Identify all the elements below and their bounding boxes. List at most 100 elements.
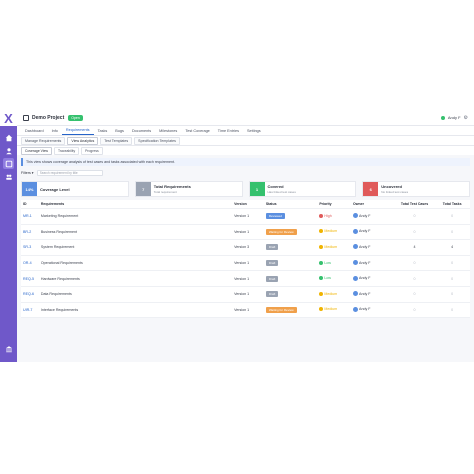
tab-documents[interactable]: Documents: [128, 129, 155, 135]
subtab-manage-requirements[interactable]: Manage Requirements: [21, 136, 66, 145]
requirement-id-link[interactable]: UIR-7: [21, 308, 41, 312]
user-menu[interactable]: Andy F ⚙: [440, 115, 468, 121]
column-header-requirement[interactable]: Requirements: [41, 202, 234, 206]
priority-cell: Medium: [319, 229, 353, 234]
project-tabs: Dashboard Info Requirements Tasks Bugs D…: [17, 126, 474, 136]
requirement-id-link[interactable]: OR-4: [21, 261, 41, 265]
column-header-owner[interactable]: Owner: [353, 202, 395, 206]
priority-badge: Low: [319, 276, 331, 281]
table-row[interactable]: SR-3 System Requirement Version 3 Draft Medi…: [21, 240, 470, 256]
card-subtitle: Has linked test cases: [267, 190, 296, 194]
subtab-test-templates[interactable]: Test Templates: [100, 136, 133, 145]
priority-label: Low: [324, 276, 331, 281]
priority-badge: Medium: [319, 291, 338, 296]
table-row[interactable]: MR-1 Marketing Requirement Version 1 Review…: [21, 209, 470, 225]
project-icon: [23, 114, 29, 121]
filters-button[interactable]: Filters ▾: [21, 171, 34, 175]
priority-dot-icon: [319, 276, 324, 281]
tab-settings[interactable]: Settings: [243, 129, 265, 135]
subtab-view-analytics[interactable]: View Analytics: [67, 136, 99, 145]
test-case-count: 0: [413, 229, 416, 234]
project-name: Demo Project: [32, 114, 65, 121]
logo[interactable]: X: [0, 110, 17, 126]
user-icon[interactable]: [3, 145, 14, 156]
card-subtitle: Total requirement: [153, 190, 177, 194]
owner-cell: Andy F: [353, 291, 395, 297]
subtab-specification-templates[interactable]: Specification Templates: [134, 136, 180, 145]
status-cell: Waiting for Review: [265, 306, 320, 313]
priority-label: Medium: [324, 244, 338, 249]
priority-dot-icon: [319, 213, 324, 218]
table-row[interactable]: REQ-6 Data Requirements Version 1 Draft Medi…: [21, 287, 470, 303]
tab-milestones[interactable]: Milestones: [155, 129, 181, 135]
owner: Andy F: [353, 275, 371, 281]
test-case-count: 0: [413, 307, 416, 312]
tab-test-coverage[interactable]: Test Coverage: [181, 129, 213, 135]
column-header-version[interactable]: Version: [234, 202, 266, 206]
priority-cell: High: [319, 213, 353, 219]
column-header-priority[interactable]: Priority: [319, 202, 353, 206]
project-icon[interactable]: [3, 158, 14, 169]
status-badge: Draft: [265, 244, 279, 251]
filters-label: Filters: [21, 171, 31, 175]
task-count: 0: [451, 276, 454, 281]
subtab-traceability[interactable]: Traceability: [53, 146, 80, 155]
requirement-id-link[interactable]: BR-2: [21, 230, 41, 234]
card-subtitle: No linked test cases: [381, 190, 409, 194]
test-case-count: 0: [413, 214, 416, 219]
avatar: [353, 260, 359, 266]
search-input[interactable]: [36, 170, 103, 176]
chevron-down-icon: ▾: [31, 171, 34, 175]
card-uncovered: 6 Uncovered No linked test cases: [362, 181, 470, 197]
column-header-tasks[interactable]: Total Tasks: [434, 202, 470, 206]
owner-name: Andy F: [359, 229, 371, 234]
table-row[interactable]: BR-2 Business Requirement Version 1 Waiting…: [21, 225, 470, 241]
priority-label: Medium: [324, 229, 338, 234]
priority-cell: Medium: [319, 307, 353, 312]
column-header-status[interactable]: Status: [266, 202, 320, 206]
gear-icon[interactable]: ⚙: [464, 115, 468, 121]
table-row[interactable]: REQ-5 Hardware Requirements Version 1 Draft…: [21, 271, 470, 287]
home-icon[interactable]: [3, 132, 14, 143]
owner-cell: Andy F: [353, 306, 395, 313]
card-value: 1: [249, 182, 265, 196]
requirement-title: Interface Requirements: [40, 307, 79, 312]
subtab-progress[interactable]: Progress: [81, 146, 103, 155]
bank-icon[interactable]: [3, 343, 14, 354]
tab-time-entries[interactable]: Time Entries: [214, 129, 243, 135]
tab-dashboard[interactable]: Dashboard: [21, 129, 48, 135]
card-value: 6: [363, 182, 379, 196]
card-coverage-level: 14% Coverage Level: [21, 181, 129, 197]
table-body: MR-1 Marketing Requirement Version 1 Review…: [21, 209, 470, 319]
project-status-badge: Open: [68, 114, 83, 121]
subtab-coverage-view[interactable]: Coverage View: [21, 146, 52, 155]
priority-badge: Medium: [319, 229, 338, 234]
tab-info[interactable]: Info: [48, 129, 62, 135]
tab-requirements[interactable]: Requirements: [61, 128, 94, 135]
owner-cell: Andy F: [353, 228, 395, 235]
column-header-test-cases[interactable]: Total Test Cases: [395, 202, 435, 206]
owner-name: Andy F: [359, 291, 371, 296]
requirement-id-link[interactable]: SR-3: [21, 245, 41, 249]
requirement-id-link[interactable]: REQ-6: [21, 292, 41, 296]
tab-bugs[interactable]: Bugs: [111, 129, 128, 135]
requirement-title: System Requirement: [40, 245, 75, 250]
status-cell: Waiting for Review: [265, 228, 320, 235]
priority-label: Low: [324, 260, 331, 265]
column-header-id[interactable]: ID: [21, 202, 41, 206]
logo-mark: X: [4, 110, 13, 126]
priority-label: Medium: [324, 291, 338, 296]
tab-tasks[interactable]: Tasks: [94, 129, 112, 135]
requirement-id-link[interactable]: REQ-5: [21, 277, 41, 281]
table-row[interactable]: UIR-7 Interface Requirements Version 1 Wait…: [21, 303, 470, 319]
priority-dot-icon: [319, 229, 324, 234]
table-row[interactable]: OR-4 Operational Requirements Version 1 Dra…: [21, 256, 470, 272]
owner-cell: Andy F: [353, 213, 395, 219]
card-value: 14%: [22, 182, 37, 196]
people-icon[interactable]: [3, 171, 14, 182]
user-name[interactable]: Andy F: [448, 115, 461, 120]
owner-name: Andy F: [359, 276, 371, 281]
card-value: 7: [135, 182, 151, 196]
requirement-id-link[interactable]: MR-1: [21, 214, 41, 218]
status-badge: Draft: [265, 260, 279, 267]
